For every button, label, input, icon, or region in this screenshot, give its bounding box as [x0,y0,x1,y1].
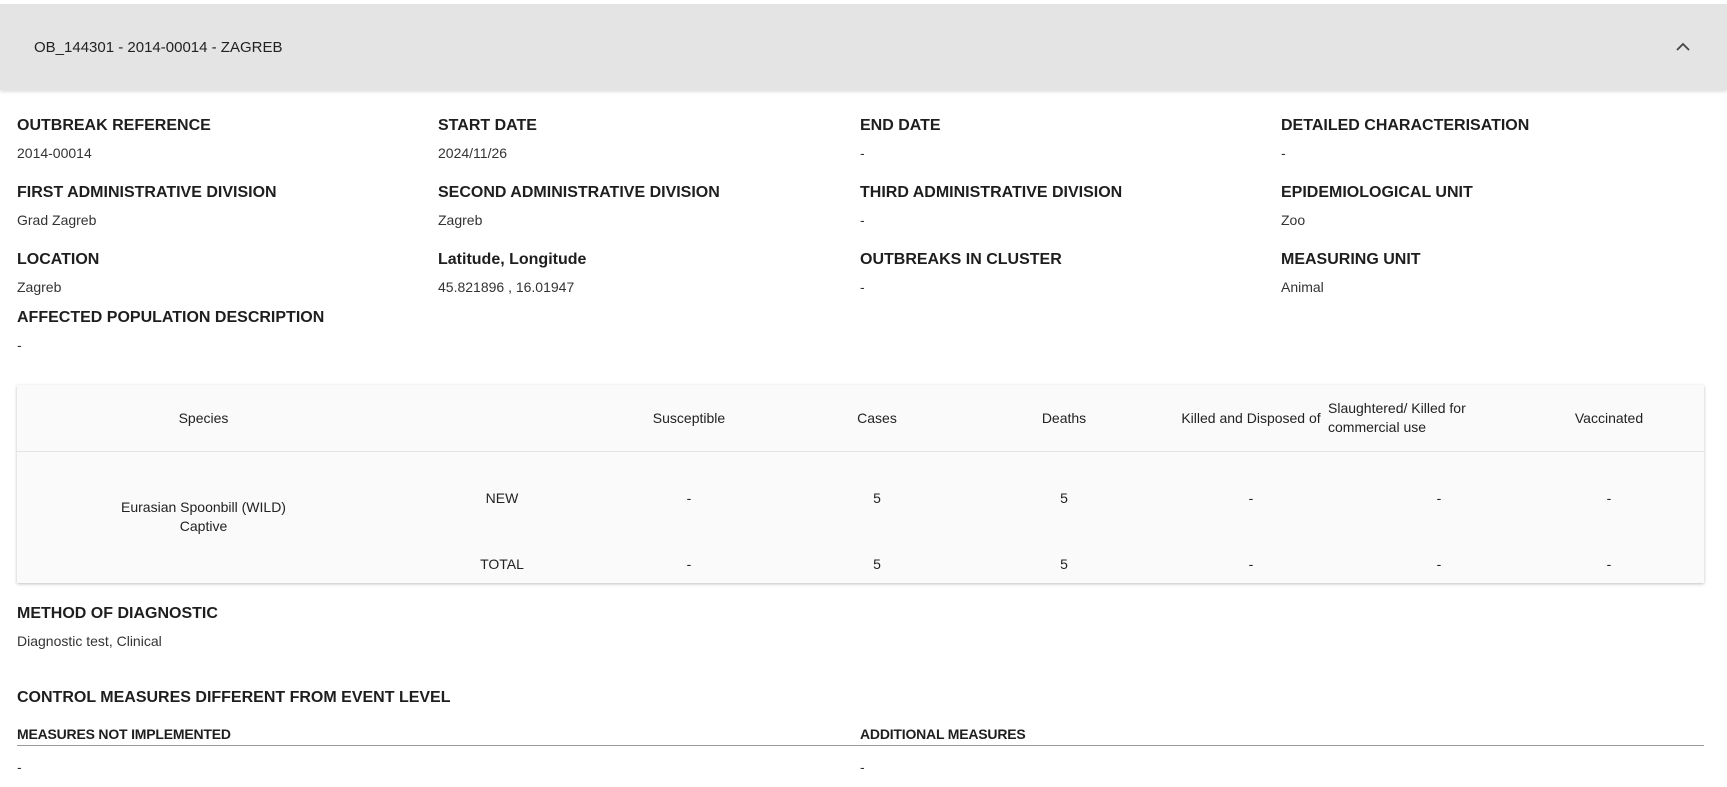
field-value: Animal [1281,279,1324,295]
field-third-admin-division: THIRD ADMINISTRATIVE DIVISION - [860,183,1280,229]
field-lat-long: Latitude, Longitude 45.821896 , 16.01947 [438,250,858,296]
field-second-admin-division: SECOND ADMINISTRATIVE DIVISION Zagreb [438,183,858,229]
field-label: OUTBREAKS IN CLUSTER [860,251,1062,268]
field-outbreak-reference: OUTBREAK REFERENCE 2014-00014 [17,116,437,162]
field-value: Grad Zagreb [17,212,97,228]
field-value: Zagreb [17,279,62,295]
field-end-date: END DATE - [860,116,1280,162]
species-quantities-table: Species Susceptible Cases Deaths Killed … [17,385,1704,583]
field-label: DETAILED CHARACTERISATION [1281,117,1530,134]
species-cell: Eurasian Spoonbill (WILD) Captive [17,451,390,583]
field-detailed-characterisation: DETAILED CHARACTERISATION - [1281,116,1701,162]
field-label: AFFECTED POPULATION DESCRIPTION [17,309,325,326]
field-label: SECOND ADMINISTRATIVE DIVISION [438,184,720,201]
header-species: Species [178,409,229,426]
field-value: Zoo [1281,212,1306,228]
measures-not-implemented-label: MEASURES NOT IMPLEMENTED [17,726,231,742]
measures-not-implemented-value: - [17,759,22,775]
field-label: METHOD OF DIAGNOSTIC [17,605,218,622]
field-value: - [860,279,865,295]
field-value: Zagreb [438,212,483,228]
species-name: Eurasian Spoonbill (WILD) [121,499,286,515]
field-value: - [1281,145,1286,161]
field-method-of-diagnostic: METHOD OF DIAGNOSTIC Diagnostic test, Cl… [17,604,218,650]
species-sub: Captive [179,518,228,534]
field-label: START DATE [438,117,537,134]
outbreak-panel-header[interactable]: OB_144301 - 2014-00014 - ZAGREB [0,4,1727,90]
field-start-date: START DATE 2024/11/26 [438,116,858,162]
field-location: LOCATION Zagreb [17,250,437,296]
field-label: OUTBREAK REFERENCE [17,117,211,134]
control-measures-title: CONTROL MEASURES DIFFERENT FROM EVENT LE… [17,689,451,706]
field-value: - [860,212,865,228]
field-affected-population: AFFECTED POPULATION DESCRIPTION - [17,308,437,354]
field-measuring-unit: MEASURING UNIT Animal [1281,250,1701,296]
field-label: EPIDEMIOLOGICAL UNIT [1281,184,1473,201]
field-label: MEASURING UNIT [1281,251,1421,268]
field-label: END DATE [860,117,941,134]
field-value: - [17,337,22,353]
cell-vaccinated: - [1606,489,1612,506]
measures-header: MEASURES NOT IMPLEMENTED ADDITIONAL MEAS… [17,724,1704,746]
header-slaughtered: Slaughtered/ Killed for commercial use [1328,400,1466,435]
field-label: FIRST ADMINISTRATIVE DIVISION [17,184,277,201]
field-label: Latitude, Longitude [438,251,587,268]
field-value: 45.821896 , 16.01947 [438,279,575,295]
chevron-up-icon[interactable] [1673,37,1693,57]
field-epidemiological-unit: EPIDEMIOLOGICAL UNIT Zoo [1281,183,1701,229]
panel-title: OB_144301 - 2014-00014 - ZAGREB [34,38,283,56]
field-value: - [860,145,865,161]
field-value: 2024/11/26 [438,145,508,161]
cell-vaccinated: - [1606,555,1612,572]
field-first-admin-division: FIRST ADMINISTRATIVE DIVISION Grad Zagre… [17,183,437,229]
field-value: 2014-00014 [17,145,92,161]
table-header: Species Susceptible Cases Deaths Killed … [17,385,1704,452]
header-vaccinated: Vaccinated [1574,409,1644,426]
field-label: LOCATION [17,251,100,268]
additional-measures-label: ADDITIONAL MEASURES [860,726,1026,742]
field-label: THIRD ADMINISTRATIVE DIVISION [860,184,1123,201]
additional-measures-value: - [860,759,865,775]
field-outbreaks-in-cluster: OUTBREAKS IN CLUSTER - [860,250,1280,296]
field-value: Diagnostic test, Clinical [17,633,162,649]
